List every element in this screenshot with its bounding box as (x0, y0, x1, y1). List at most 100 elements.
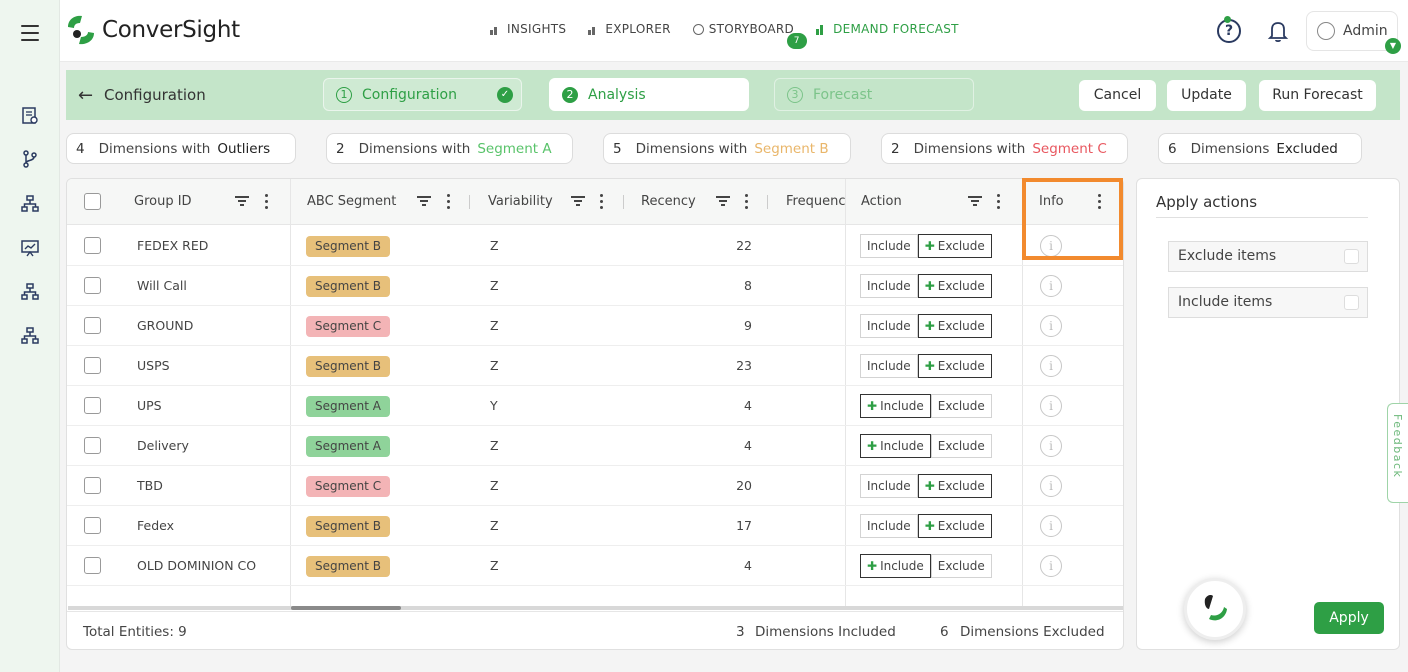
filter-icon[interactable] (716, 196, 730, 207)
row-checkbox[interactable] (84, 477, 101, 494)
menu-icon[interactable] (21, 25, 39, 41)
include-button[interactable]: Include (860, 474, 918, 498)
table-row[interactable]: Delivery Segment A Z 4 ✚ Include Exclude i (67, 426, 1123, 466)
col-action[interactable]: Action (861, 179, 902, 225)
row-checkbox[interactable] (84, 517, 101, 534)
info-icon[interactable]: i (1040, 515, 1062, 537)
include-button[interactable]: Include (860, 354, 918, 378)
column-separator[interactable] (767, 195, 768, 209)
branch-icon[interactable] (20, 149, 40, 169)
row-checkbox[interactable] (84, 397, 101, 414)
column-menu-icon[interactable] (745, 194, 749, 210)
info-icon[interactable]: i (1040, 555, 1062, 577)
feedback-tab[interactable]: Feedback (1387, 403, 1408, 503)
notification-bell-icon[interactable] (1266, 18, 1290, 44)
exclude-button[interactable]: Exclude (930, 394, 992, 418)
column-menu-icon[interactable] (600, 194, 604, 210)
table-row[interactable]: Will Call Segment B Z 8 Include ✚ Exclude i (67, 266, 1123, 306)
row-checkbox[interactable] (84, 277, 101, 294)
row-checkbox[interactable] (84, 557, 101, 574)
report-icon[interactable] (20, 106, 40, 126)
exclude-button[interactable]: ✚ Exclude (917, 514, 992, 538)
column-menu-icon[interactable] (447, 194, 451, 210)
column-separator[interactable] (469, 195, 470, 209)
info-icon[interactable]: i (1040, 435, 1062, 457)
cancel-button[interactable]: Cancel (1079, 80, 1156, 111)
row-checkbox[interactable] (84, 357, 101, 374)
info-icon[interactable]: i (1040, 395, 1062, 417)
include-button[interactable]: ✚ Include (860, 394, 931, 418)
summary-segment-c[interactable]: 2 Dimensions with Segment C (881, 133, 1128, 164)
col-info[interactable]: Info (1039, 179, 1064, 225)
step-forecast[interactable]: 3 Forecast (774, 78, 974, 111)
table-row[interactable]: Fedex Segment B Z 17 Include ✚ Exclude i (67, 506, 1123, 546)
exclude-button[interactable]: Exclude (930, 554, 992, 578)
step-analysis[interactable]: 2 Analysis (549, 78, 749, 111)
exclude-button[interactable]: ✚ Exclude (917, 314, 992, 338)
include-button[interactable]: Include (860, 234, 918, 258)
scrollbar-thumb[interactable] (291, 606, 401, 610)
include-button[interactable]: Include (860, 314, 918, 338)
back-arrow-icon[interactable]: ← (78, 85, 93, 106)
summary-segment-a[interactable]: 2 Dimensions with Segment A (326, 133, 573, 164)
exclude-button[interactable]: ✚ Exclude (917, 474, 992, 498)
column-menu-icon[interactable] (1098, 194, 1102, 210)
include-button[interactable]: Include (860, 514, 918, 538)
include-button[interactable]: Include (860, 274, 918, 298)
include-items-checkbox[interactable] (1344, 295, 1359, 310)
hierarchy-icon[interactable] (20, 194, 40, 214)
summary-outliers[interactable]: 4 Dimensions with Outliers (66, 133, 296, 164)
summary-excluded[interactable]: 6 Dimensions Excluded (1158, 133, 1362, 164)
include-button[interactable]: ✚ Include (860, 554, 931, 578)
app-logo[interactable]: ConverSight (64, 12, 240, 48)
summary-segment-b[interactable]: 5 Dimensions with Segment B (603, 133, 851, 164)
column-menu-icon[interactable] (265, 194, 269, 210)
info-icon[interactable]: i (1040, 475, 1062, 497)
apply-button[interactable]: Apply (1314, 602, 1384, 634)
exclude-button[interactable]: ✚ Exclude (917, 234, 992, 258)
nav-insights[interactable]: INSIGHTS (490, 22, 566, 36)
hierarchy-icon[interactable] (20, 282, 40, 302)
exclude-items-checkbox[interactable] (1344, 249, 1359, 264)
col-group-id[interactable]: Group ID (134, 179, 192, 225)
select-all-checkbox[interactable] (84, 193, 101, 210)
table-row[interactable]: OLD DOMINION CO Segment B Z 4 ✚ Include Exclud… (67, 546, 1123, 586)
assistant-bot-button[interactable] (1184, 578, 1246, 640)
row-checkbox[interactable] (84, 237, 101, 254)
col-variability[interactable]: Variability (488, 179, 553, 225)
nav-explorer[interactable]: EXPLORER (588, 22, 670, 36)
hierarchy-icon[interactable] (20, 326, 40, 346)
col-frequency[interactable]: Frequenc (786, 179, 846, 225)
info-icon[interactable]: i (1040, 315, 1062, 337)
filter-icon[interactable] (417, 196, 431, 207)
table-row[interactable]: FEDEX RED Segment B Z 22 Include ✚ Exclude i (67, 226, 1123, 266)
filter-icon[interactable] (235, 196, 249, 207)
nav-storyboard[interactable]: STORYBOARD 7 (692, 22, 807, 49)
horizontal-scrollbar[interactable] (68, 606, 1123, 610)
filter-icon[interactable] (571, 196, 585, 207)
chevron-down-icon[interactable]: ▼ (1385, 38, 1401, 54)
run-forecast-button[interactable]: Run Forecast (1259, 80, 1376, 111)
info-icon[interactable]: i (1040, 275, 1062, 297)
column-menu-icon[interactable] (997, 194, 1001, 210)
info-icon[interactable]: i (1040, 355, 1062, 377)
table-row[interactable]: USPS Segment B Z 23 Include ✚ Exclude i (67, 346, 1123, 386)
table-row[interactable]: TBD Segment C Z 20 Include ✚ Exclude i (67, 466, 1123, 506)
exclude-button[interactable]: ✚ Exclude (917, 274, 992, 298)
col-recency[interactable]: Recency (641, 179, 696, 225)
col-abc-segment[interactable]: ABC Segment (307, 179, 396, 225)
include-items-option[interactable]: Include items (1168, 287, 1368, 318)
exclude-button[interactable]: Exclude (930, 434, 992, 458)
table-row[interactable]: UPS Segment A Y 4 ✚ Include Exclude i (67, 386, 1123, 426)
update-button[interactable]: Update (1167, 80, 1246, 111)
filter-icon[interactable] (968, 196, 982, 207)
row-checkbox[interactable] (84, 317, 101, 334)
include-button[interactable]: ✚ Include (860, 434, 931, 458)
step-configuration[interactable]: 1 Configuration ✓ (323, 78, 522, 111)
info-icon[interactable]: i (1040, 235, 1062, 257)
presentation-chart-icon[interactable] (20, 238, 40, 258)
nav-demand-forecast[interactable]: DEMAND FORECAST (816, 22, 959, 36)
column-separator[interactable] (623, 195, 624, 209)
exclude-button[interactable]: ✚ Exclude (917, 354, 992, 378)
exclude-items-option[interactable]: Exclude items (1168, 241, 1368, 272)
